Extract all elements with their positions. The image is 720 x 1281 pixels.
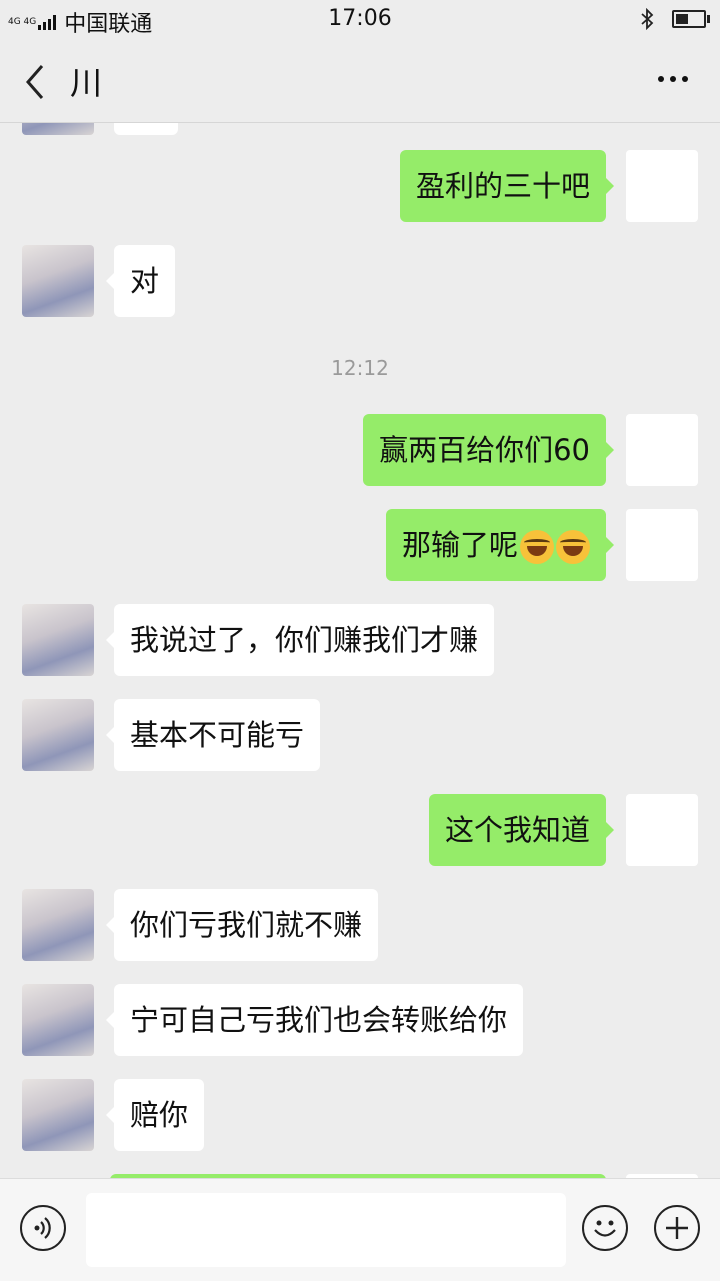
avatar[interactable] xyxy=(22,245,94,317)
voice-icon[interactable] xyxy=(20,1205,66,1251)
message-bubble-sent[interactable]: 那输了呢 xyxy=(385,509,615,581)
status-bar: 4G 4G 中国联通 17:06 xyxy=(0,0,720,40)
message-bubble-received[interactable]: 对 xyxy=(105,245,176,317)
avatar[interactable] xyxy=(22,604,94,676)
message-text: 那输了呢 xyxy=(401,528,518,562)
avatar[interactable] xyxy=(22,984,94,1056)
status-time: 17:06 xyxy=(328,6,392,31)
avatar[interactable] xyxy=(22,1079,94,1151)
chevron-left-icon[interactable] xyxy=(20,62,50,102)
message-bubble-received[interactable]: 我说过了，你们赚我们才赚 xyxy=(105,604,495,676)
plus-icon[interactable] xyxy=(654,1205,700,1251)
input-bar xyxy=(0,1178,720,1281)
emoji-icon[interactable] xyxy=(582,1205,628,1251)
avatar[interactable] xyxy=(22,123,94,135)
message-bubble-sent[interactable]: 这个我知道 xyxy=(428,794,615,866)
message-bubble-received[interactable]: 宁可自己亏我们也会转账给你 xyxy=(105,984,524,1056)
status-right xyxy=(640,8,710,30)
avatar[interactable] xyxy=(22,699,94,771)
message-bubble-sent[interactable]: 赢两百给你们60 xyxy=(363,414,614,486)
chat-header: 川 xyxy=(0,40,720,123)
more-icon[interactable] xyxy=(652,76,688,82)
avatar-self[interactable] xyxy=(626,509,698,581)
message-bubble-received[interactable]: 赔你 xyxy=(105,1079,205,1151)
avatar-self[interactable] xyxy=(626,414,698,486)
chat-title: 川 xyxy=(70,64,103,102)
message-input[interactable] xyxy=(86,1193,566,1267)
message-bubble-received[interactable]: 基本不可能亏 xyxy=(105,699,321,771)
message-bubble-partial xyxy=(114,123,178,135)
battery-icon xyxy=(672,10,710,28)
message-bubble-received[interactable]: 你们亏我们就不赚 xyxy=(105,889,379,961)
chat-message-list[interactable]: 盈利的三十吧 对 12:12 赢两百给你们60 那输了呢 我说过了，你们赚我们才… xyxy=(0,123,720,1178)
avatar-self[interactable] xyxy=(626,150,698,222)
bluetooth-icon xyxy=(641,8,654,30)
avatar[interactable] xyxy=(22,889,94,961)
message-timestamp: 12:12 xyxy=(331,356,389,380)
face-with-tears-of-joy-icon xyxy=(520,530,554,564)
avatar-self[interactable] xyxy=(626,794,698,866)
message-bubble-sent[interactable]: 盈利的三十吧 xyxy=(399,150,615,222)
face-with-tears-of-joy-icon xyxy=(556,530,590,564)
